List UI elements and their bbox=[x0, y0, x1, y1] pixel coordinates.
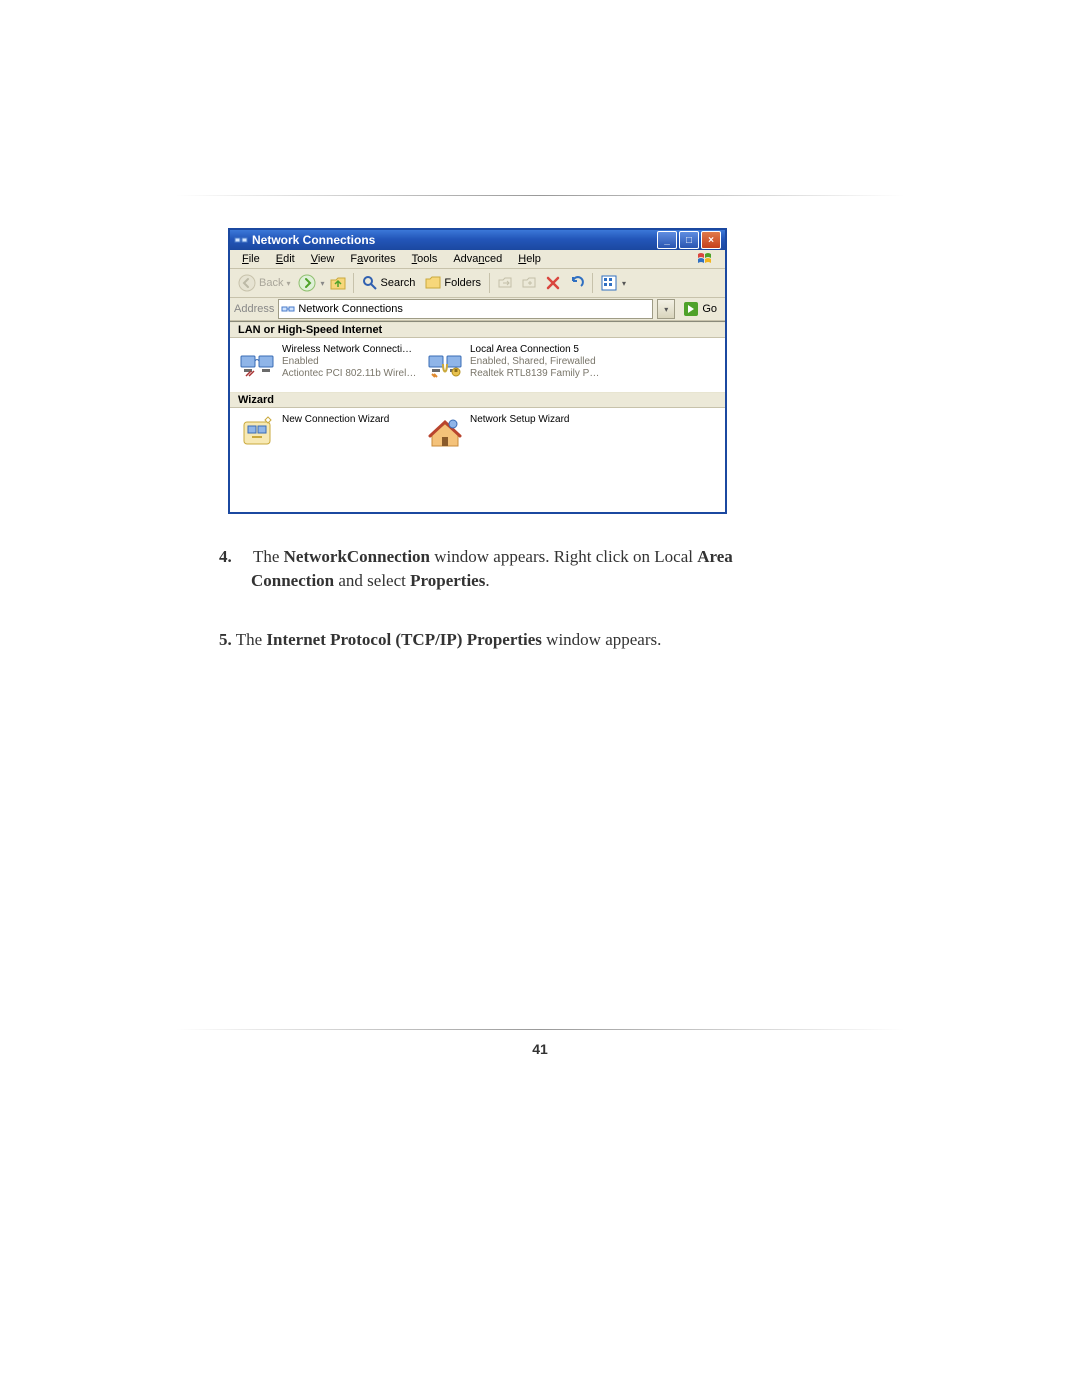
address-field[interactable]: Network Connections bbox=[278, 299, 653, 319]
local-area-connection-item[interactable]: Local Area Connection 5 Enabled, Shared,… bbox=[426, 344, 606, 382]
item-status: Enabled, Shared, Firewalled bbox=[470, 356, 605, 368]
wireless-connection-icon bbox=[238, 344, 276, 382]
item-device: Realtek RTL8139 Family PCI F... bbox=[470, 368, 605, 380]
step-4: 4. The NetworkConnection window appears.… bbox=[219, 545, 879, 569]
lan-connection-icon bbox=[426, 344, 464, 382]
group-wizard-body: New Connection Wizard Network Setup Wiz bbox=[230, 408, 725, 482]
network-icon bbox=[281, 302, 295, 316]
toolbar-separator bbox=[353, 273, 354, 293]
step-4-line2: Connection and select Properties. bbox=[251, 569, 871, 593]
item-status: Enabled bbox=[282, 356, 417, 368]
network-connections-window: Network Connections _ □ × File Edit View… bbox=[229, 229, 726, 513]
divider-bottom bbox=[175, 1029, 905, 1030]
titlebar[interactable]: Network Connections _ □ × bbox=[230, 230, 725, 250]
new-connection-wizard-item[interactable]: New Connection Wizard bbox=[238, 414, 418, 452]
views-button[interactable]: ▾ bbox=[597, 272, 630, 294]
toolbar-separator bbox=[592, 273, 593, 293]
menu-help[interactable]: Help bbox=[510, 252, 549, 266]
search-button[interactable]: Search bbox=[358, 272, 420, 294]
divider-top bbox=[175, 195, 905, 196]
step-4-text-f: and select bbox=[334, 571, 410, 590]
menu-file[interactable]: File bbox=[234, 252, 268, 266]
new-connection-wizard-icon bbox=[238, 414, 276, 452]
maximize-button[interactable]: □ bbox=[679, 231, 699, 249]
step-5-text-a: The bbox=[232, 630, 267, 649]
close-button[interactable]: × bbox=[701, 231, 721, 249]
step-5-number: 5. bbox=[219, 630, 232, 649]
network-setup-wizard-icon bbox=[426, 414, 464, 452]
step-4-bold-3: Connection bbox=[251, 571, 334, 590]
step-4-bold-4: Properties bbox=[410, 571, 485, 590]
folders-button[interactable]: Folders bbox=[421, 272, 485, 294]
move-to-button[interactable] bbox=[494, 272, 516, 294]
minimize-button[interactable]: _ bbox=[657, 231, 677, 249]
copy-to-button[interactable] bbox=[518, 272, 540, 294]
toolbar: Back ▾ ▾ Search Folders bbox=[230, 269, 725, 298]
step-5-bold-1: Internet Protocol (TCP/IP) Properties bbox=[266, 630, 542, 649]
network-icon bbox=[234, 233, 248, 247]
delete-button[interactable] bbox=[542, 272, 564, 294]
search-label: Search bbox=[381, 277, 416, 289]
address-bar: Address Network Connections ▾ Go bbox=[230, 298, 725, 321]
go-label: Go bbox=[702, 303, 717, 315]
undo-button[interactable] bbox=[566, 272, 588, 294]
back-button[interactable]: Back ▾ bbox=[234, 272, 294, 294]
step-4-bold-1: NetworkConnection bbox=[284, 547, 430, 566]
item-title: New Connection Wizard bbox=[282, 414, 389, 426]
up-button[interactable] bbox=[327, 272, 349, 294]
item-title: Local Area Connection 5 bbox=[470, 344, 605, 356]
address-value: Network Connections bbox=[298, 303, 403, 315]
folders-label: Folders bbox=[444, 277, 481, 289]
item-title: Network Setup Wizard bbox=[470, 414, 569, 426]
step-4-text-c: window appears. Right click on Local bbox=[430, 547, 697, 566]
window-title: Network Connections bbox=[252, 233, 655, 247]
page-number: 41 bbox=[0, 1041, 1080, 1057]
step-5: 5. The Internet Protocol (TCP/IP) Proper… bbox=[219, 628, 879, 652]
item-device: Actiontec PCI 802.11b Wireles... bbox=[282, 368, 417, 380]
step-4-bold-2: Area bbox=[697, 547, 733, 566]
step-4-text-a: The bbox=[253, 547, 284, 566]
window-body: LAN or High-Speed Internet bbox=[230, 321, 725, 512]
toolbar-separator bbox=[489, 273, 490, 293]
group-lan-body: Wireless Network Connection 4 Enabled Ac… bbox=[230, 338, 725, 392]
menu-tools[interactable]: Tools bbox=[404, 252, 446, 266]
forward-button[interactable] bbox=[296, 272, 318, 294]
wireless-connection-item[interactable]: Wireless Network Connection 4 Enabled Ac… bbox=[238, 344, 418, 382]
menu-favorites[interactable]: Favorites bbox=[342, 252, 403, 266]
step-5-text-c: window appears. bbox=[542, 630, 661, 649]
address-dropdown[interactable]: ▾ bbox=[657, 299, 675, 319]
step-4-text-h: . bbox=[485, 571, 489, 590]
group-lan-header: LAN or High-Speed Internet bbox=[230, 322, 725, 338]
menu-edit[interactable]: Edit bbox=[268, 252, 303, 266]
address-label: Address bbox=[234, 303, 274, 315]
windows-flag-icon bbox=[685, 249, 725, 269]
menu-view[interactable]: View bbox=[303, 252, 343, 266]
document-page: Network Connections _ □ × File Edit View… bbox=[0, 0, 1080, 1397]
network-setup-wizard-item[interactable]: Network Setup Wizard bbox=[426, 414, 606, 452]
step-4-number: 4. bbox=[219, 545, 249, 569]
menu-advanced[interactable]: Advanced bbox=[445, 252, 510, 266]
group-wizard-header: Wizard bbox=[230, 392, 725, 408]
back-label: Back bbox=[259, 277, 283, 289]
item-title: Wireless Network Connection 4 bbox=[282, 344, 417, 356]
go-button[interactable]: Go bbox=[679, 300, 721, 318]
menubar: File Edit View Favorites Tools Advanced … bbox=[230, 250, 725, 269]
